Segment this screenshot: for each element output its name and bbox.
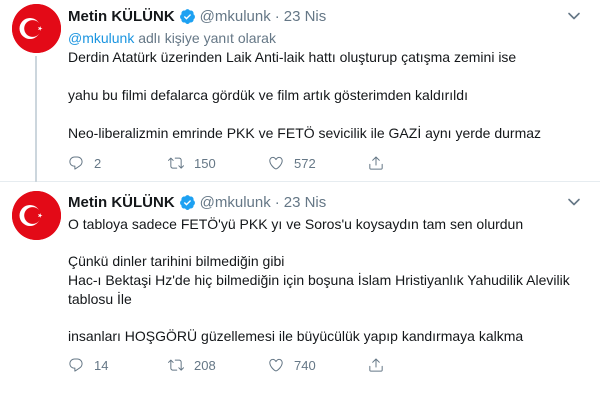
tweet-paragraph: Neo-liberalizmin emrinde PKK ve FETÖ sev… <box>68 125 542 141</box>
like-count: 740 <box>294 357 316 373</box>
tweet-paragraph: insanları HOŞGÖRÜ güzellemesi ile büyücü… <box>68 328 524 344</box>
reply-to-link[interactable]: @mkulunk <box>68 30 134 46</box>
reply-context: @mkulunk adlı kişiye yanıt olarak <box>68 29 580 47</box>
header-separator: · <box>274 7 280 25</box>
author-handle[interactable]: @mkulunk <box>200 8 271 25</box>
verified-badge-icon <box>179 194 196 211</box>
tweet-text: O tabloya sadece FETÖ'yü PKK yı ve Soros… <box>68 215 580 346</box>
retweet-icon <box>168 157 184 169</box>
retweet-icon <box>168 359 184 371</box>
share-icon <box>369 156 383 170</box>
tweet-actions: 14 208 740 <box>68 357 580 373</box>
reply-icon <box>69 156 83 170</box>
tweet-paragraph: yahu bu filmi defalarca gördük ve film a… <box>68 87 468 103</box>
share-button[interactable] <box>368 357 394 373</box>
tweet-paragraph: Derdin Atatürk üzerinden Laik Anti-laik … <box>68 49 517 65</box>
thread-connector <box>35 56 37 182</box>
author-name[interactable]: Metin KÜLÜNK <box>68 194 175 211</box>
reply-button[interactable]: 2 <box>68 155 168 171</box>
reply-button[interactable]: 14 <box>68 357 168 373</box>
reply-count: 2 <box>94 155 102 171</box>
like-count: 572 <box>294 155 316 171</box>
tweet-paragraph: O tabloya sadece FETÖ'yü PKK yı ve Soros… <box>68 216 524 232</box>
tweet-date[interactable]: 23 Nis <box>284 194 327 211</box>
tweet[interactable]: Metin KÜLÜNK @mkulunk · 23 Nis @mkulunk … <box>0 0 600 182</box>
header-separator: · <box>274 193 280 211</box>
avatar[interactable] <box>12 191 61 240</box>
tweet-header: Metin KÜLÜNK @mkulunk · 23 Nis <box>68 6 580 26</box>
share-button[interactable] <box>368 155 394 171</box>
author-name[interactable]: Metin KÜLÜNK <box>68 8 175 25</box>
tweet-actions: 2 150 572 <box>68 155 580 171</box>
reply-icon <box>69 358 83 372</box>
tweet[interactable]: Metin KÜLÜNK @mkulunk · 23 Nis O tabloya… <box>0 182 600 400</box>
turkish-flag-icon <box>12 191 61 240</box>
tweet-date[interactable]: 23 Nis <box>284 8 327 25</box>
reply-to-suffix: adlı kişiye yanıt olarak <box>134 30 276 46</box>
retweet-button[interactable]: 208 <box>168 357 268 373</box>
heart-icon <box>269 156 283 170</box>
retweet-count: 150 <box>194 155 216 171</box>
tweet-text: Derdin Atatürk üzerinden Laik Anti-laik … <box>68 48 580 143</box>
like-button[interactable]: 740 <box>268 357 368 373</box>
author-handle[interactable]: @mkulunk <box>200 194 271 211</box>
turkish-flag-icon <box>12 4 61 53</box>
heart-icon <box>269 358 283 372</box>
like-button[interactable]: 572 <box>268 155 368 171</box>
verified-badge-icon <box>179 8 196 25</box>
retweet-button[interactable]: 150 <box>168 155 268 171</box>
reply-count: 14 <box>94 357 109 373</box>
avatar[interactable] <box>12 4 61 53</box>
retweet-count: 208 <box>194 357 216 373</box>
share-icon <box>369 358 383 372</box>
tweet-header: Metin KÜLÜNK @mkulunk · 23 Nis <box>68 192 580 212</box>
tweet-paragraph: Çünkü dinler tarihini bilmediğin gibi Ha… <box>68 253 570 307</box>
